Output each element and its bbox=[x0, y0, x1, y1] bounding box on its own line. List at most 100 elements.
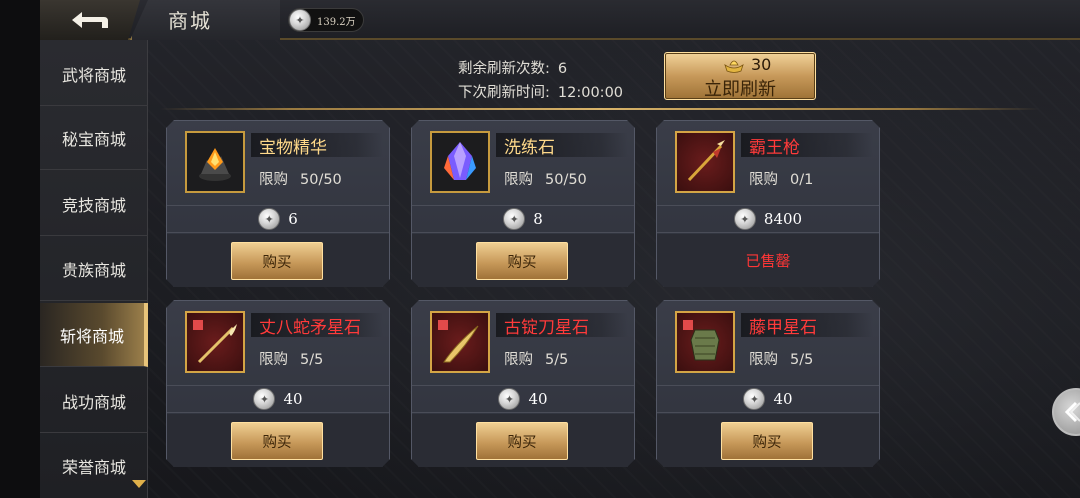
purchase-limit: 限购 5/5 bbox=[749, 348, 813, 369]
purchase-limit-value: 5/5 bbox=[300, 352, 324, 368]
serpent-spear-icon[interactable] bbox=[185, 311, 245, 373]
sidebar-item-arena[interactable]: 竞技商城 bbox=[40, 172, 148, 236]
sidebar-item-treasure[interactable]: 秘宝商城 bbox=[40, 106, 148, 170]
back-arrow-icon bbox=[72, 12, 108, 28]
silver-coin-icon: ✦ bbox=[258, 208, 280, 230]
price-row: ✦ 8 bbox=[412, 205, 634, 233]
price-value: 40 bbox=[528, 390, 548, 408]
purchase-limit-value: 50/50 bbox=[545, 172, 587, 188]
refresh-now-button[interactable]: 30 立即刷新 bbox=[664, 52, 816, 100]
purchase-limit: 限购 50/50 bbox=[504, 168, 587, 189]
refresh-cost-value: 30 bbox=[751, 55, 772, 74]
divider bbox=[160, 108, 1040, 110]
silver-coin-icon: ✦ bbox=[253, 388, 275, 410]
purchase-limit-label: 限购 bbox=[749, 172, 778, 188]
refresh-cost: 30 bbox=[723, 55, 771, 74]
buy-button[interactable]: 购买 bbox=[231, 242, 323, 280]
buy-button[interactable]: 购买 bbox=[721, 422, 813, 460]
item-name: 古锭刀星石 bbox=[496, 313, 628, 337]
refresh-next-value: 12:00:00 bbox=[557, 85, 624, 101]
sidebar-item-label: 秘宝商城 bbox=[61, 129, 126, 149]
purchase-limit-label: 限购 bbox=[259, 172, 288, 188]
sold-out-label: 已售罄 bbox=[745, 252, 791, 270]
sidebar-item-noble[interactable]: 贵族商城 bbox=[40, 237, 148, 301]
item-name: 洗练石 bbox=[496, 133, 628, 157]
shop-item-card: 洗练石 限购 50/50 ✦ 8 购买 bbox=[411, 120, 635, 287]
purchase-limit: 限购 5/5 bbox=[504, 348, 568, 369]
chevron-left-icon bbox=[1064, 401, 1080, 423]
back-button[interactable] bbox=[40, 0, 140, 40]
action-area: 购买 bbox=[657, 414, 879, 468]
shop-item-card: 宝物精华 限购 50/50 ✦ 6 购买 bbox=[166, 120, 390, 287]
action-area: 购买 bbox=[167, 414, 389, 468]
silver-coin-icon: ✦ bbox=[289, 9, 311, 31]
action-area: 已售罄 bbox=[657, 234, 879, 288]
item-name: 霸王枪 bbox=[741, 133, 873, 157]
price-row: ✦ 8400 bbox=[657, 205, 879, 233]
sidebar-item-label: 荣誉商城 bbox=[61, 458, 126, 477]
price-value: 8400 bbox=[763, 210, 803, 228]
page-title: 商城 bbox=[168, 9, 212, 33]
armor-icon[interactable] bbox=[675, 311, 735, 373]
scroll-down-icon[interactable] bbox=[132, 480, 146, 488]
left-edge bbox=[0, 0, 40, 498]
purchase-limit-value: 5/5 bbox=[545, 352, 569, 368]
sidebar: 武将商城 秘宝商城 竞技商城 贵族商城 斩将商城 战功商城 荣誉商城 bbox=[40, 40, 148, 498]
purchase-limit: 限购 0/1 bbox=[749, 168, 813, 189]
saber-icon[interactable] bbox=[430, 311, 490, 373]
silver-coin-icon: ✦ bbox=[734, 208, 756, 230]
spear-icon[interactable] bbox=[675, 131, 735, 193]
buy-button[interactable]: 购买 bbox=[476, 242, 568, 280]
price-value: 40 bbox=[773, 390, 793, 408]
sidebar-item-merit[interactable]: 战功商城 bbox=[40, 369, 148, 433]
price-value: 6 bbox=[288, 210, 298, 228]
sidebar-item-label: 斩将商城 bbox=[59, 326, 124, 346]
refresh-info: 剩余刷新次数: 6 下次刷新时间: 12:00:00 bbox=[458, 57, 623, 105]
shop-item-card: 古锭刀星石 限购 5/5 ✦ 40 购买 bbox=[411, 300, 635, 467]
silver-coin-icon: ✦ bbox=[503, 208, 525, 230]
refresh-next-label: 下次刷新时间: bbox=[458, 85, 550, 101]
crystal-icon[interactable] bbox=[430, 131, 490, 193]
shop-item-card: 丈八蛇矛星石 限购 5/5 ✦ 40 购买 bbox=[166, 300, 390, 467]
purchase-limit-label: 限购 bbox=[749, 352, 778, 368]
sidebar-item-label: 竞技商城 bbox=[61, 195, 126, 215]
buy-button[interactable]: 购买 bbox=[231, 422, 323, 460]
item-name: 丈八蛇矛星石 bbox=[251, 313, 383, 337]
purchase-limit-value: 5/5 bbox=[790, 352, 814, 368]
action-area: 购买 bbox=[412, 234, 634, 288]
gem-essence-icon[interactable] bbox=[185, 131, 245, 193]
price-value: 40 bbox=[283, 390, 303, 408]
silver-coin-icon: ✦ bbox=[743, 388, 765, 410]
price-row: ✦ 40 bbox=[657, 385, 879, 413]
price-row: ✦ 6 bbox=[167, 205, 389, 233]
silver-coin-icon: ✦ bbox=[498, 388, 520, 410]
purchase-limit: 限购 5/5 bbox=[259, 348, 323, 369]
price-row: ✦ 40 bbox=[412, 385, 634, 413]
currency-display: ✦ 139.2万 bbox=[288, 8, 364, 32]
refresh-remaining-label: 剩余刷新次数: bbox=[458, 61, 550, 77]
price-row: ✦ 40 bbox=[167, 385, 389, 413]
purchase-limit-value: 0/1 bbox=[790, 172, 814, 188]
action-area: 购买 bbox=[412, 414, 634, 468]
purchase-limit-label: 限购 bbox=[504, 172, 533, 188]
purchase-limit-label: 限购 bbox=[504, 352, 533, 368]
purchase-limit: 限购 50/50 bbox=[259, 168, 342, 189]
purchase-limit-label: 限购 bbox=[259, 352, 288, 368]
action-area: 购买 bbox=[167, 234, 389, 288]
sidebar-item-slayer[interactable]: 斩将商城 bbox=[40, 303, 148, 367]
item-name: 宝物精华 bbox=[251, 133, 383, 157]
sidebar-item-honor[interactable]: 荣誉商城 bbox=[40, 434, 148, 498]
gold-ingot-icon bbox=[724, 60, 744, 73]
sidebar-item-label: 战功商城 bbox=[61, 392, 126, 412]
currency-value: 139.2万 bbox=[317, 16, 356, 28]
shop-item-card: 藤甲星石 限购 5/5 ✦ 40 购买 bbox=[656, 300, 880, 467]
buy-button[interactable]: 购买 bbox=[476, 422, 568, 460]
refresh-remaining-value: 6 bbox=[557, 61, 568, 77]
sidebar-item-label: 武将商城 bbox=[61, 65, 126, 85]
sidebar-item-generals[interactable]: 武将商城 bbox=[40, 42, 148, 106]
purchase-limit-value: 50/50 bbox=[300, 172, 342, 188]
price-value: 8 bbox=[533, 210, 543, 228]
shop-item-card: 霸王枪 限购 0/1 ✦ 8400 已售罄 bbox=[656, 120, 880, 287]
item-name: 藤甲星石 bbox=[741, 313, 873, 337]
refresh-button-label: 立即刷新 bbox=[704, 79, 776, 100]
